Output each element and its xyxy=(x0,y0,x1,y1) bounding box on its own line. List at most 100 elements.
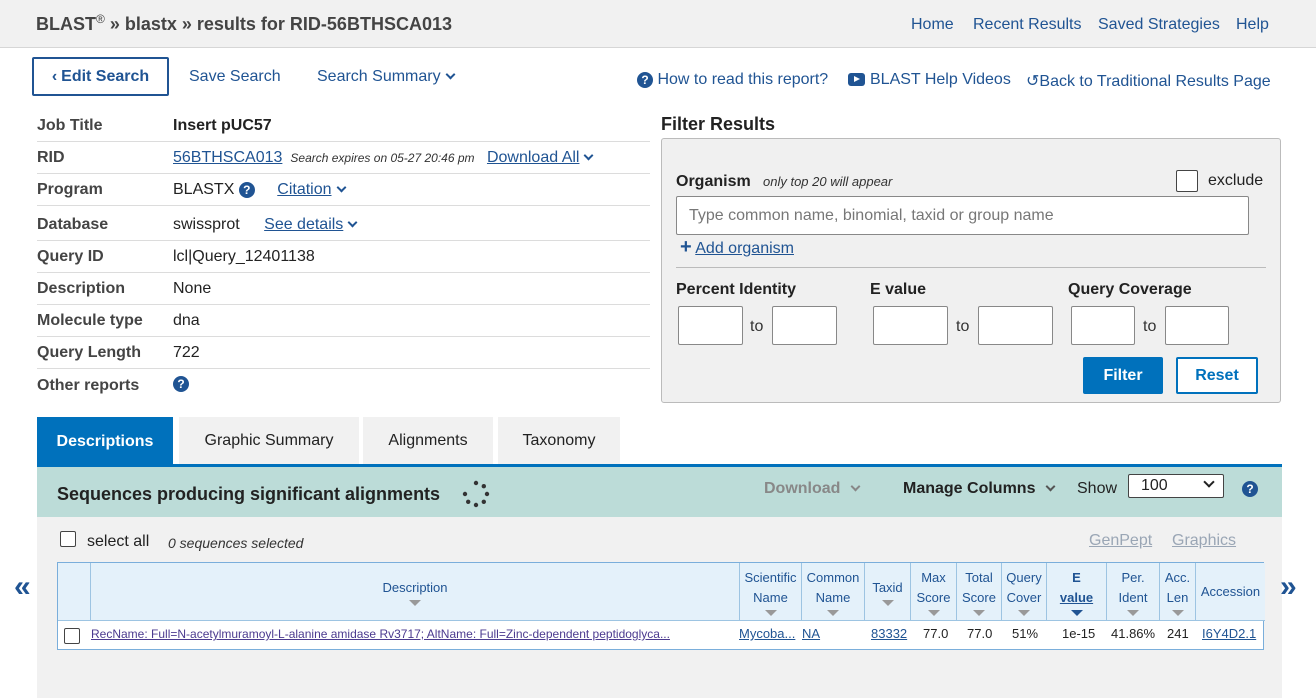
next-page-arrow-icon[interactable]: » xyxy=(1280,570,1297,604)
filter-panel: Organism only top 20 will appear exclude… xyxy=(661,138,1281,403)
header-e-value[interactable]: E value xyxy=(1047,563,1107,621)
query-coverage-from-input[interactable] xyxy=(1071,306,1135,345)
accession-link[interactable]: I6Y4D2.1 xyxy=(1202,626,1256,641)
taxid-link[interactable]: 83332 xyxy=(871,626,907,641)
download-dropdown[interactable]: Download xyxy=(764,480,861,498)
nav-recent-results[interactable]: Recent Results xyxy=(973,16,1082,34)
row-scientific-name[interactable]: Mycoba... xyxy=(739,626,799,641)
graphics-link[interactable]: Graphics xyxy=(1172,532,1236,550)
header-text: Ident xyxy=(1118,589,1148,605)
search-summary-dropdown[interactable]: Search Summary xyxy=(317,68,456,86)
rid-label: RID xyxy=(37,149,65,166)
show-count-select[interactable]: 100 xyxy=(1128,474,1224,498)
edit-search-button[interactable]: ‹ Edit Search xyxy=(32,57,169,96)
e-value-from-input[interactable] xyxy=(873,306,948,345)
plus-icon: + xyxy=(680,236,692,258)
header-acc-len[interactable]: Acc. Len xyxy=(1160,563,1196,621)
help-videos-link[interactable]: BLAST Help Videos xyxy=(848,71,1011,89)
tab-descriptions[interactable]: Descriptions xyxy=(37,417,173,466)
question-icon: ? xyxy=(637,71,653,88)
molecule-type-label: Molecule type xyxy=(37,312,143,329)
row-accession[interactable]: I6Y4D2.1 xyxy=(1202,626,1256,641)
tab-alignments[interactable]: Alignments xyxy=(363,417,493,464)
select-all-checkbox[interactable] xyxy=(60,531,76,547)
tab-graphic-summary[interactable]: Graphic Summary xyxy=(179,417,359,464)
sort-triangle-icon xyxy=(1127,609,1139,616)
chevron-down-icon xyxy=(584,150,594,161)
header-accession[interactable]: Accession xyxy=(1196,563,1265,621)
job-row-title: Job Title Insert pUC57 xyxy=(37,110,650,142)
back-traditional-link[interactable]: ↺Back to Traditional Results Page xyxy=(1026,71,1271,91)
genpept-link[interactable]: GenPept xyxy=(1089,532,1152,550)
header-text: Max xyxy=(921,569,946,585)
manage-columns-dropdown[interactable]: Manage Columns xyxy=(903,480,1056,498)
database-label: Database xyxy=(37,216,109,233)
other-reports-label: Other reports xyxy=(37,377,140,394)
query-coverage-label: Query Coverage xyxy=(1068,281,1192,298)
row-checkbox[interactable] xyxy=(64,628,80,644)
add-organism-link[interactable]: + Add organism xyxy=(680,236,794,259)
molecule-type-value: dna xyxy=(173,312,200,329)
header-text: Name xyxy=(815,589,851,605)
header-scientific-name[interactable]: Scientific Name xyxy=(740,563,802,621)
job-row-query-length: Query Length 722 xyxy=(37,337,650,369)
query-coverage-to-input[interactable] xyxy=(1165,306,1229,345)
nav-home[interactable]: Home xyxy=(911,16,954,34)
sort-triangle-icon xyxy=(827,609,839,616)
row-description-link[interactable]: RecName: Full=N-acetylmuramoyl-L-alanine… xyxy=(91,627,670,641)
chevron-down-icon xyxy=(445,69,456,80)
search-expires-text: Search expires on 05-27 20:46 pm xyxy=(290,151,475,165)
citation-dropdown[interactable]: Citation xyxy=(277,181,331,198)
chevron-left-icon: ‹ xyxy=(51,67,58,85)
percent-identity-to-input[interactable] xyxy=(772,306,837,345)
header-text: E xyxy=(1072,569,1081,585)
header-total-score[interactable]: Total Score xyxy=(957,563,1002,621)
filter-button[interactable]: Filter xyxy=(1083,357,1163,394)
sort-triangle-icon xyxy=(1018,609,1030,616)
nav-help[interactable]: Help xyxy=(1236,16,1269,34)
filter-results-title: Filter Results xyxy=(661,114,776,134)
row-taxid[interactable]: 83332 xyxy=(871,626,907,641)
download-all-label: Download All xyxy=(486,149,580,166)
common-name-link[interactable]: NA xyxy=(802,626,820,641)
header-per-ident[interactable]: Per. Ident xyxy=(1107,563,1160,621)
query-id-value: lcl|Query_12401138 xyxy=(173,248,315,265)
row-query-cover: 51% xyxy=(1012,626,1039,641)
filter-divider xyxy=(676,267,1266,268)
save-search-link[interactable]: Save Search xyxy=(189,68,281,86)
percent-identity-from-input[interactable] xyxy=(678,306,743,345)
header-common-name[interactable]: Common Name xyxy=(802,563,865,621)
nav-saved-strategies[interactable]: Saved Strategies xyxy=(1098,16,1220,34)
top-header: BLAST® » blastx » results for RID-56BTHS… xyxy=(0,0,1316,48)
loading-spinner-icon xyxy=(462,480,490,508)
results-title: Sequences producing significant alignmen… xyxy=(57,484,441,504)
rid-link[interactable]: 56BTHSCA013 xyxy=(173,149,282,166)
how-to-read-link[interactable]: ? How to read this report? xyxy=(637,71,828,89)
other-reports-question-icon[interactable]: ? xyxy=(173,375,189,392)
scientific-name-link[interactable]: Mycoba... xyxy=(739,626,795,641)
add-organism-label: Add organism xyxy=(695,240,794,257)
chevron-down-icon xyxy=(1203,476,1215,488)
reset-button[interactable]: Reset xyxy=(1176,357,1258,394)
row-common-name[interactable]: NA xyxy=(802,626,820,641)
header-max-score[interactable]: Max Score xyxy=(911,563,957,621)
job-row-program: Program BLASTX ? Citation xyxy=(37,174,650,206)
tab-taxonomy[interactable]: Taxonomy xyxy=(498,417,620,464)
search-summary-label: Search Summary xyxy=(317,68,441,85)
blast-home-link[interactable]: BLAST xyxy=(36,14,96,34)
row-description[interactable]: RecName: Full=N-acetylmuramoyl-L-alanine… xyxy=(91,627,736,641)
download-all-dropdown[interactable]: Download All xyxy=(487,149,580,166)
previous-page-arrow-icon[interactable]: « xyxy=(14,570,31,604)
help-question-icon[interactable]: ? xyxy=(238,181,255,198)
sort-triangle-icon xyxy=(927,609,940,616)
organism-input[interactable]: Type common name, binomial, taxid or gro… xyxy=(676,196,1249,235)
header-description[interactable]: Description xyxy=(91,563,740,621)
query-length-value: 722 xyxy=(173,344,200,361)
manage-columns-label: Manage Columns xyxy=(903,480,1036,497)
see-details-dropdown[interactable]: See details xyxy=(264,216,343,233)
header-taxid[interactable]: Taxid xyxy=(865,563,911,621)
e-value-to-input[interactable] xyxy=(978,306,1053,345)
header-query-cover[interactable]: Query Cover xyxy=(1002,563,1047,621)
exclude-checkbox[interactable] xyxy=(1176,170,1198,192)
results-help-icon[interactable]: ? xyxy=(1242,481,1258,497)
